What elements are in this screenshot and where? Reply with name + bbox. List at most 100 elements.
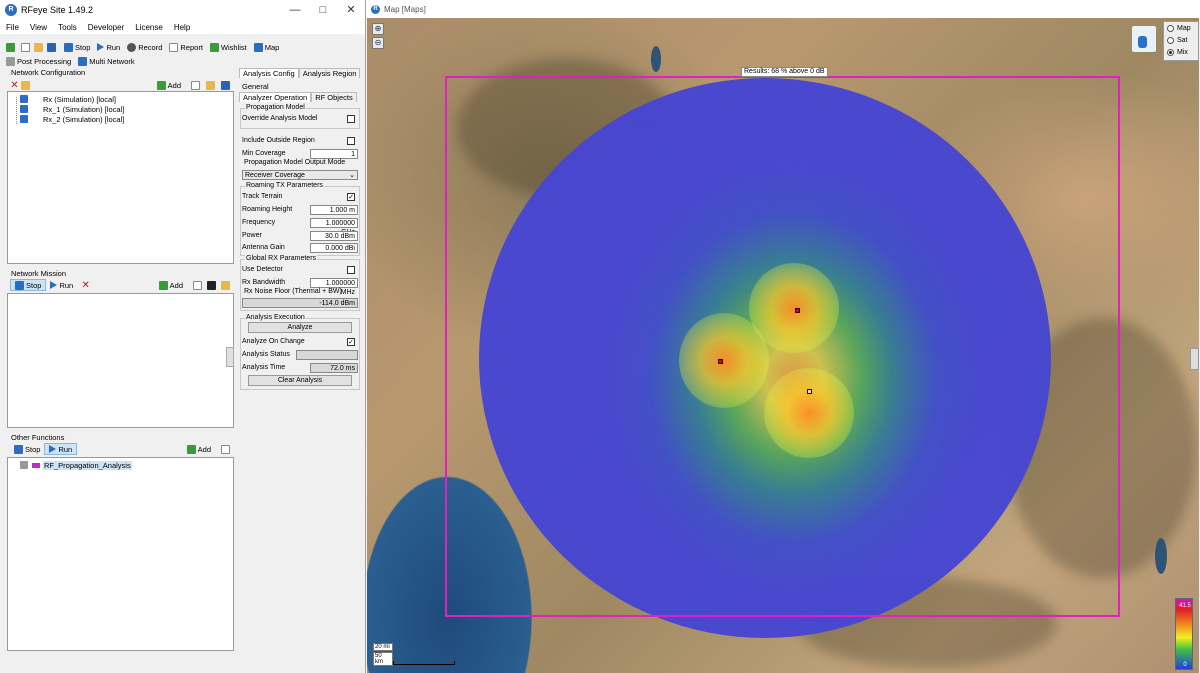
tree-item-rx-2[interactable]: Rx_2 (Simulation) [local]: [8, 114, 233, 124]
post-processing-button[interactable]: Post Processing: [6, 56, 71, 66]
map-canvas[interactable]: Results: 68 % above 0 dB ⊕ ⊖ Map Sat Mix…: [367, 18, 1199, 673]
rx-2-color-swatch: [32, 117, 40, 122]
rx-bandwidth-field[interactable]: 1.000000 MHz: [310, 277, 358, 296]
save-config-icon[interactable]: [221, 80, 230, 90]
analyze-on-change-checkbox[interactable]: ✓: [347, 337, 355, 346]
minimize-icon[interactable]: —: [281, 0, 309, 20]
analysis-region-rectangle[interactable]: [445, 76, 1120, 617]
lake: [651, 46, 661, 72]
power-field[interactable]: 30.0 dBm: [310, 230, 358, 241]
tree-item-rx[interactable]: Rx (Simulation) [local]: [8, 94, 233, 104]
menu-tools[interactable]: Tools: [58, 23, 77, 32]
radio-sat[interactable]: [1167, 36, 1174, 44]
close-icon[interactable]: ✕: [337, 0, 365, 20]
mission-terminal-icon[interactable]: [207, 280, 216, 290]
track-terrain-checkbox[interactable]: ✓: [347, 192, 355, 201]
grid-icon[interactable]: [6, 42, 15, 52]
report-icon: [169, 42, 179, 52]
report-button[interactable]: Report: [169, 42, 203, 52]
override-model-checkbox[interactable]: [347, 114, 355, 123]
functions-run-button[interactable]: Run: [44, 443, 78, 455]
map-window: R Map [Maps] Results: 68 % above 0 dB ⊕ …: [366, 0, 1200, 673]
override-model-row: Override Analysis Model: [242, 113, 358, 124]
main-titlebar: R RFeye Site 1.49.2 — □ ✕: [0, 0, 365, 20]
open-folder-icon[interactable]: [34, 42, 43, 52]
wishlist-button[interactable]: Wishlist: [209, 42, 247, 52]
mission-speaker-icon[interactable]: [221, 280, 230, 290]
map-button[interactable]: Map: [253, 42, 279, 52]
mission-stop-button[interactable]: Stop: [10, 279, 47, 291]
use-detector-checkbox[interactable]: [347, 265, 355, 274]
lock-folder-icon[interactable]: [21, 80, 30, 90]
maximize-icon[interactable]: □: [309, 0, 337, 20]
play-icon: [50, 281, 58, 289]
add-icon: [158, 280, 168, 290]
functions-stop-button[interactable]: Stop: [10, 443, 44, 455]
radio-mix[interactable]: [1167, 48, 1174, 56]
mission-doc-icon[interactable]: [193, 280, 202, 290]
zoom-out-icon[interactable]: ⊖: [372, 37, 384, 49]
analyze-button[interactable]: Analyze: [248, 322, 352, 333]
panel-collapse-handle[interactable]: [226, 347, 234, 367]
tab-analysis-config[interactable]: Analysis Config: [239, 68, 299, 78]
tree-item-rx-1[interactable]: Rx_1 (Simulation) [local]: [8, 104, 233, 114]
analysis-status-value: [296, 349, 358, 360]
min-coverage-field[interactable]: 1: [310, 148, 358, 159]
layer-option-mix[interactable]: Mix: [1164, 46, 1198, 58]
post-processing-icon: [6, 56, 15, 66]
zoom-in-icon[interactable]: ⊕: [372, 23, 384, 35]
main-toolbar: Stop Run Record Report Wishlist Map: [0, 40, 365, 54]
run-button[interactable]: Run: [97, 43, 120, 52]
record-button[interactable]: Record: [127, 42, 162, 52]
use-detector-row: Use Detector: [242, 264, 358, 275]
scale-line: [393, 661, 455, 665]
frequency-field[interactable]: 1.000000 GHz: [310, 217, 358, 236]
scale-bar: 20 mi 50 km: [373, 643, 455, 666]
street-view-icon[interactable]: [1132, 26, 1156, 52]
layer-option-sat[interactable]: Sat: [1164, 34, 1198, 46]
add-icon: [186, 444, 196, 454]
frequency-row: Frequency1.000000 GHz: [242, 217, 358, 236]
functions-doc-icon[interactable]: [221, 444, 230, 454]
stop-icon: [14, 444, 23, 454]
operation-tabs: Analyzer Operation RF Objects: [239, 92, 357, 102]
antenna-gain-field[interactable]: 0.000 dBi: [310, 242, 358, 253]
roaming-height-field[interactable]: 1.000 m: [310, 204, 358, 215]
open-config-icon[interactable]: [206, 80, 215, 90]
tab-analyzer-operation[interactable]: Analyzer Operation: [239, 92, 312, 102]
side-panel-handle[interactable]: [1190, 348, 1199, 370]
output-mode-label: Propagation Model Output Mode: [244, 159, 346, 166]
tree-item-rf-propagation-analysis[interactable]: RF_Propagation_Analysis: [8, 460, 233, 470]
new-config-icon[interactable]: [191, 80, 200, 90]
tab-analysis-region[interactable]: Analysis Region: [298, 68, 361, 78]
noise-floor-label: Rx Noise Floor (Thermal + BW): [244, 288, 342, 295]
menu-license[interactable]: License: [135, 23, 163, 32]
scale-miles: 20 mi: [373, 643, 393, 651]
multi-network-button[interactable]: Multi Network: [78, 56, 135, 66]
menu-file[interactable]: File: [6, 23, 19, 32]
output-mode-select[interactable]: Receiver Coverage ⌄: [242, 169, 358, 180]
network-config-add-button[interactable]: Add: [153, 79, 185, 91]
functions-add-button[interactable]: Add: [183, 443, 215, 455]
layer-option-map[interactable]: Map: [1164, 22, 1198, 34]
new-file-icon[interactable]: [21, 42, 30, 52]
tab-rf-objects[interactable]: RF Objects: [311, 92, 357, 102]
analysis-time-row: Analysis Time 72.0 ms: [242, 362, 358, 373]
map-window-title: Map [Maps]: [384, 4, 426, 14]
analysis-status-row: Analysis Status: [242, 349, 358, 360]
mission-run-button[interactable]: Run: [46, 279, 77, 291]
save-icon[interactable]: [47, 42, 56, 52]
radio-map[interactable]: [1167, 24, 1174, 32]
legend-max-value: 41.5: [1179, 603, 1191, 609]
menu-help[interactable]: Help: [174, 23, 190, 32]
rx-color-swatch: [32, 97, 40, 102]
stop-button[interactable]: Stop: [64, 42, 90, 52]
delete-icon[interactable]: ✕: [10, 80, 19, 90]
mission-add-button[interactable]: Add: [155, 279, 187, 291]
mission-delete-icon[interactable]: ✕: [81, 280, 90, 290]
include-outside-checkbox[interactable]: [347, 136, 355, 145]
function-color-swatch: [32, 462, 40, 468]
menu-view[interactable]: View: [30, 23, 47, 32]
menu-developer[interactable]: Developer: [88, 23, 124, 32]
clear-analysis-button[interactable]: Clear Analysis: [248, 375, 352, 386]
